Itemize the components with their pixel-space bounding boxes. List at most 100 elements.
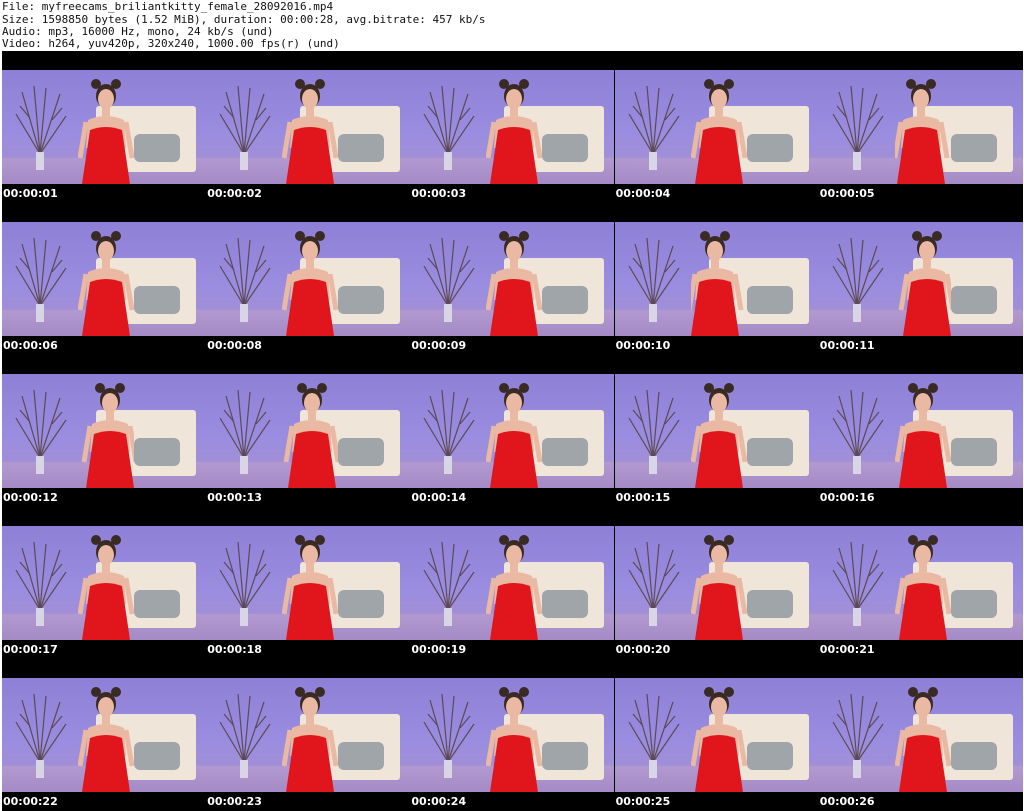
pillow [542, 590, 589, 618]
video-frame-image [206, 70, 411, 184]
frame-timestamp: 00:00:10 [615, 339, 671, 352]
thumbnail-frame: 00:00:23 [206, 659, 411, 811]
thumbnail-frame: 00:00:01 [2, 51, 206, 203]
frame-timestamp: 00:00:09 [411, 339, 467, 352]
video-frame-image [614, 222, 819, 336]
video-frame-image [818, 526, 1023, 640]
pillow [950, 742, 997, 770]
video-frame-image [614, 678, 819, 792]
video-frame-image [206, 678, 411, 792]
pillow [542, 286, 589, 314]
video-frame-image [410, 374, 615, 488]
pillow [746, 134, 793, 162]
vase-branches [423, 237, 475, 322]
thumbnail-frame: 00:00:25 [614, 659, 819, 811]
pillow [542, 742, 589, 770]
video-frame-image [2, 374, 206, 488]
pillow [134, 590, 180, 618]
person-figure [486, 231, 543, 336]
thumbnail-frame: 00:00:05 [818, 51, 1023, 203]
video-frame-image [2, 222, 206, 336]
vase-branches [628, 541, 680, 626]
pillow [338, 286, 385, 314]
vase-branches [628, 237, 680, 322]
thumbnail-frame: 00:00:24 [410, 659, 615, 811]
video-frame-image [818, 222, 1023, 336]
vase-branches [628, 85, 680, 170]
person-figure [486, 383, 543, 488]
thumbnail-frame: 00:00:09 [410, 203, 615, 355]
person-figure [78, 79, 134, 184]
frame-timestamp: 00:00:08 [207, 339, 262, 352]
video-frame-image [614, 70, 819, 184]
frame-timestamp: 00:00:26 [819, 795, 875, 808]
thumbnail-frame: 00:00:20 [614, 507, 819, 659]
person-figure [690, 231, 744, 336]
pillow [950, 134, 997, 162]
pillow [746, 742, 793, 770]
frame-timestamp: 00:00:03 [411, 187, 467, 200]
thumbnail-frame: 00:00:08 [206, 203, 411, 355]
video-frame-image [2, 70, 206, 184]
person-figure [282, 687, 339, 792]
frame-timestamp: 00:00:06 [3, 339, 58, 352]
frame-timestamp: 00:00:04 [615, 187, 671, 200]
thumbnail-frame: 00:00:13 [206, 355, 411, 507]
vase-branches [423, 693, 475, 778]
person-figure [283, 383, 339, 488]
frame-timestamp: 00:00:13 [207, 491, 262, 504]
vase-branches [832, 541, 884, 626]
pillow [542, 438, 589, 466]
vase-branches [15, 389, 67, 474]
person-figure [282, 79, 339, 184]
vase-branches [628, 693, 680, 778]
video-frame-image [818, 678, 1023, 792]
person-figure [81, 383, 134, 488]
vase-branches [219, 541, 271, 626]
person-figure [894, 535, 951, 640]
frame-timestamp: 00:00:20 [615, 643, 671, 656]
person-figure [486, 79, 543, 184]
video-frame-image [410, 222, 615, 336]
video-frame-image [206, 374, 411, 488]
frame-timestamp: 00:00:14 [411, 491, 467, 504]
vase-branches [219, 389, 271, 474]
vase-branches [15, 693, 67, 778]
vase-branches [219, 693, 271, 778]
vase-branches [832, 693, 884, 778]
thumbnail-frame: 00:00:16 [818, 355, 1023, 507]
person-figure [78, 535, 134, 640]
frame-timestamp: 00:00:18 [207, 643, 262, 656]
person-figure [690, 535, 747, 640]
person-figure [894, 79, 950, 184]
frame-timestamp: 00:00:02 [207, 187, 262, 200]
thumbnail-frame: 00:00:06 [2, 203, 206, 355]
pillow [134, 134, 180, 162]
pillow [950, 286, 997, 314]
video-frame-image [410, 70, 615, 184]
file-name-line: File: myfreecams_briliantkitty_female_28… [2, 0, 334, 13]
vase-branches [832, 237, 884, 322]
frame-timestamp: 00:00:15 [615, 491, 671, 504]
thumbnail-frame: 00:00:10 [614, 203, 819, 355]
person-figure [690, 383, 747, 488]
video-frame-image [2, 678, 206, 792]
person-figure [898, 231, 951, 336]
video-info-line: Video: h264, yuv420p, 320x240, 1000.00 f… [2, 37, 340, 50]
pillow [134, 286, 180, 314]
pillow [746, 286, 793, 314]
frame-timestamp: 00:00:23 [207, 795, 262, 808]
frame-timestamp: 00:00:21 [819, 643, 875, 656]
frame-timestamp: 00:00:17 [3, 643, 58, 656]
thumbnail-frame: 00:00:11 [818, 203, 1023, 355]
file-info-header: File: myfreecams_briliantkitty_female_28… [0, 0, 1024, 51]
pillow [338, 590, 385, 618]
pillow [950, 590, 997, 618]
person-figure [78, 231, 134, 336]
thumbnail-grid: 00:00:01 00:00:02 00:00:03 00:00:04 00:00:05… [2, 51, 1023, 811]
pillow [338, 742, 385, 770]
pillow [746, 590, 793, 618]
frame-timestamp: 00:00:24 [411, 795, 467, 808]
video-frame-image [410, 678, 615, 792]
person-figure [486, 687, 543, 792]
